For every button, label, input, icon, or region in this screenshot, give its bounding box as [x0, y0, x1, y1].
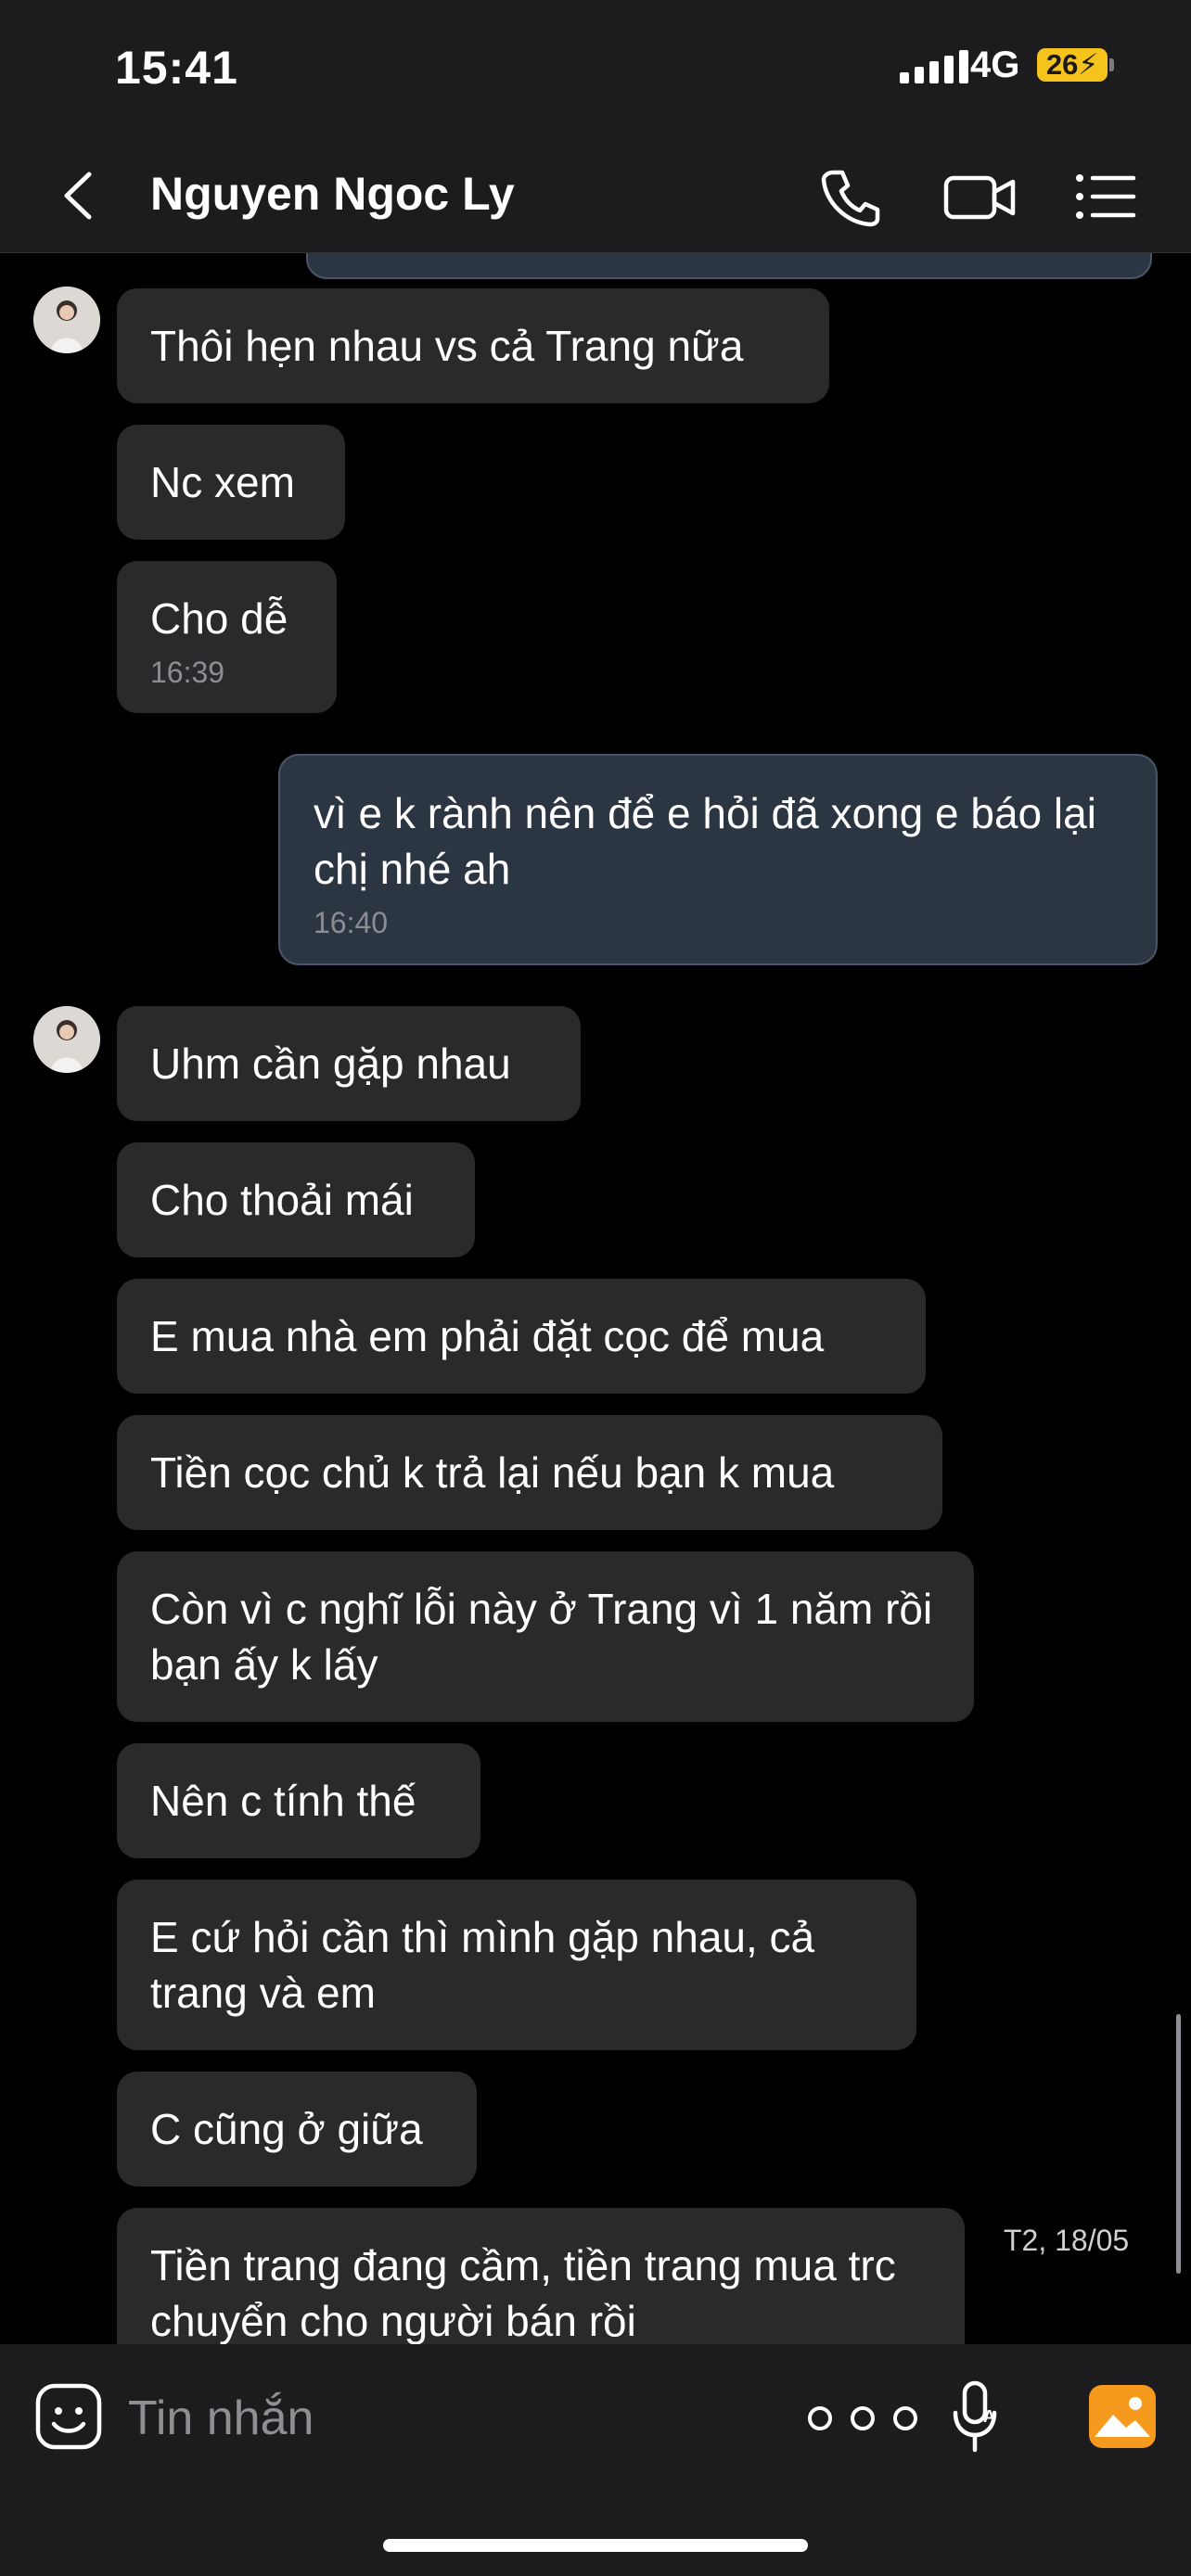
- voice-microphone-icon[interactable]: A: [948, 2378, 1004, 2455]
- phone-call-icon[interactable]: [813, 159, 887, 234]
- avatar-photo-icon: [33, 287, 100, 353]
- message-text: C cũng ở giữa: [150, 2105, 423, 2153]
- date-separator: T2, 18/05: [1004, 2224, 1130, 2257]
- message-input[interactable]: [128, 2381, 777, 2455]
- outgoing-message[interactable]: vì e k rành nên để e hỏi đã xong e báo l…: [278, 754, 1158, 965]
- status-bar: 15:41 4G 26 ⚡: [0, 0, 1191, 139]
- incoming-message[interactable]: Uhm cần gặp nhau: [117, 1006, 581, 1121]
- message-time: 16:39: [150, 656, 225, 689]
- message-list[interactable]: Thôi hẹn nhau vs cả Trang nữa Nc xem Cho…: [0, 253, 1191, 2344]
- incoming-message[interactable]: Nc xem: [117, 425, 345, 540]
- message-text: Thôi hẹn nhau vs cả Trang nữa: [150, 322, 744, 370]
- message-text: Tiền trang đang cầm, tiền trang mua trc …: [150, 2241, 908, 2344]
- incoming-message[interactable]: Còn vì c nghĩ lỗi này ở Trang vì 1 năm r…: [117, 1551, 974, 1722]
- contact-avatar[interactable]: [33, 287, 100, 353]
- message-text: Còn vì c nghĩ lỗi này ở Trang vì 1 năm r…: [150, 1585, 945, 1689]
- contact-name[interactable]: Nguyen Ngoc Ly: [150, 167, 515, 221]
- message-text: Cho dễ: [150, 594, 288, 643]
- video-call-icon[interactable]: [941, 159, 1020, 234]
- sticker-icon[interactable]: [33, 2381, 104, 2452]
- network-type: 4G: [970, 45, 1020, 85]
- incoming-message[interactable]: Cho dễ 16:39: [117, 561, 337, 713]
- back-chevron-icon[interactable]: [52, 163, 108, 228]
- incoming-message[interactable]: Thôi hẹn nhau vs cả Trang nữa: [117, 288, 829, 403]
- status-time: 15:41: [115, 42, 238, 94]
- battery-tip: [1109, 58, 1114, 71]
- battery-level: 26: [1045, 48, 1079, 81]
- menu-list-icon[interactable]: [1072, 159, 1139, 234]
- incoming-message[interactable]: Nên c tính thế: [117, 1743, 480, 1858]
- incoming-message[interactable]: E mua nhà em phải đặt cọc để mua: [117, 1279, 926, 1394]
- incoming-message[interactable]: Tiền cọc chủ k trả lại nếu bạn k mua: [117, 1415, 942, 1530]
- incoming-message[interactable]: Tiền trang đang cầm, tiền trang mua trc …: [117, 2208, 965, 2344]
- message-text: Nên c tính thế: [150, 1777, 416, 1825]
- incoming-message[interactable]: Cho thoải mái: [117, 1142, 475, 1257]
- scrollbar[interactable]: [1176, 2014, 1181, 2274]
- more-options-icon[interactable]: [801, 2400, 924, 2437]
- contact-avatar[interactable]: [33, 1006, 100, 1073]
- battery-icon: 26 ⚡: [1037, 48, 1108, 82]
- message-text: E mua nhà em phải đặt cọc để mua: [150, 1312, 825, 1360]
- message-text: Cho thoải mái: [150, 1176, 414, 1224]
- home-indicator[interactable]: [383, 2539, 808, 2552]
- message-text: Tiền cọc chủ k trả lại nếu bạn k mua: [150, 1448, 835, 1497]
- cellular-signal-icon: [900, 50, 968, 83]
- photo-gallery-icon[interactable]: [1087, 2383, 1158, 2450]
- svg-text:A: A: [983, 2407, 995, 2426]
- incoming-message[interactable]: C cũng ở giữa: [117, 2072, 477, 2187]
- message-text: Uhm cần gặp nhau: [150, 1039, 511, 1088]
- incoming-message[interactable]: E cứ hỏi cần thì mình gặp nhau, cả trang…: [117, 1880, 916, 2050]
- message-time: 16:40: [314, 906, 389, 939]
- avatar-photo-icon: [33, 1006, 100, 1073]
- message-text: Nc xem: [150, 458, 295, 506]
- message-text: E cứ hỏi cần thì mình gặp nhau, cả trang…: [150, 1913, 826, 2017]
- message-text: vì e k rành nên để e hỏi đã xong e báo l…: [314, 789, 1108, 893]
- chat-header: Nguyen Ngoc Ly: [0, 139, 1191, 252]
- message-bubble-partial: [306, 253, 1152, 279]
